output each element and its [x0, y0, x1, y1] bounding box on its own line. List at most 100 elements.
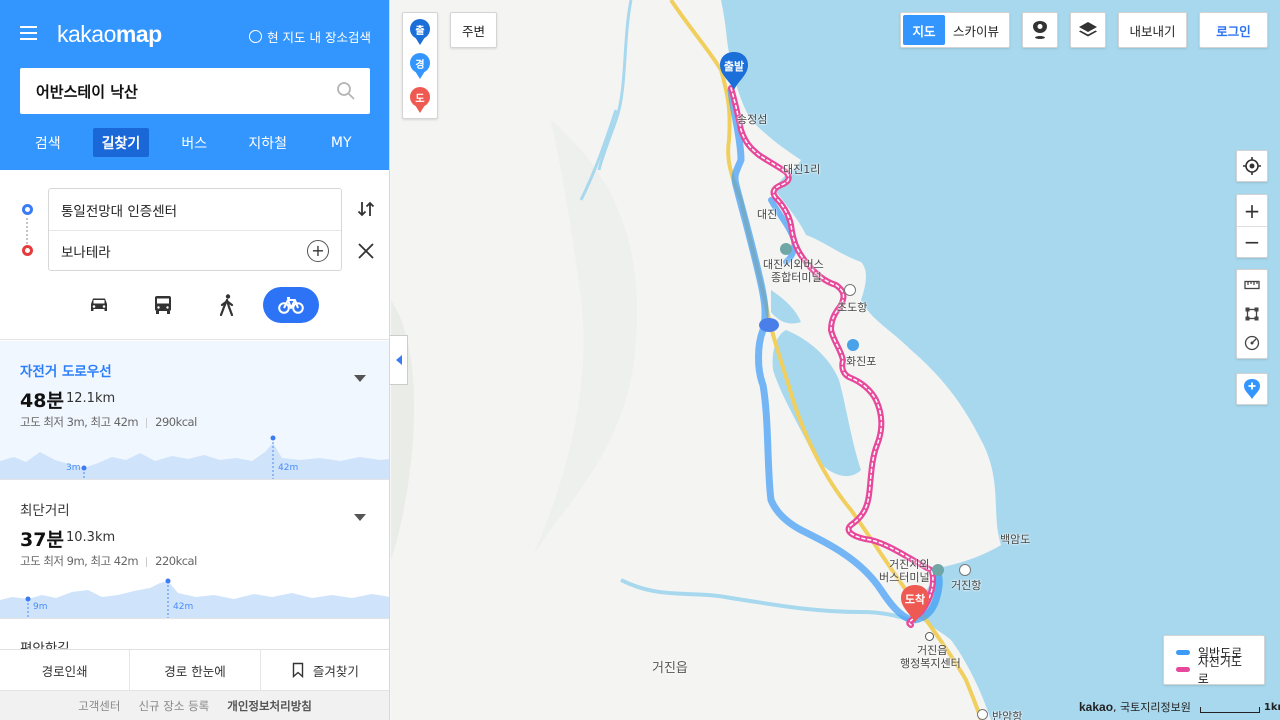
chevron-down-icon[interactable] — [354, 375, 366, 382]
privacy-link[interactable]: 개인정보처리방침 — [227, 698, 312, 714]
bus-terminal-poi-icon[interactable] — [932, 564, 944, 576]
route-option-bike-priority[interactable]: 자전거 도로우선 48분 12.1km 고도 최저 3m, 최고 42m 290k… — [0, 341, 389, 480]
add-waypoint-button[interactable]: + — [307, 240, 329, 262]
area-icon — [1245, 307, 1259, 320]
bottom-actions: 경로인쇄 경로 한눈에 즐겨찾기 — [0, 649, 389, 690]
mode-car[interactable] — [71, 287, 127, 323]
map-base — [391, 0, 1280, 720]
origin-field[interactable]: 통일전망대 인증센터 — [49, 189, 341, 230]
transport-modes — [0, 287, 389, 323]
start-pin-button[interactable]: 출 — [410, 19, 432, 47]
map-label: 반암항 — [992, 710, 1023, 720]
route-option-shortest[interactable]: 최단거리 37분 10.3km 고도 최저 9m, 최고 42m 220kcal … — [0, 480, 389, 619]
add-location-icon — [1244, 379, 1260, 399]
scale-bar — [1199, 706, 1260, 713]
scale-label: 1km — [1263, 701, 1280, 713]
mode-walk[interactable] — [199, 287, 255, 323]
harbor-poi-icon[interactable] — [977, 709, 988, 720]
route-name: 자전거 도로우선 — [20, 364, 112, 380]
harbor-poi-icon[interactable] — [959, 564, 971, 576]
destination-dot-icon — [22, 245, 33, 256]
tab-my[interactable]: MY — [305, 128, 379, 157]
end-pin-button[interactable]: 도 — [410, 87, 432, 115]
favorite-button[interactable]: 즐겨찾기 — [261, 650, 389, 690]
add-place-button[interactable] — [1236, 373, 1268, 405]
measure-distance-button[interactable] — [1237, 270, 1267, 299]
end-marker[interactable]: 도착 — [900, 584, 930, 624]
route-elevation: 고도 최저 3m, 최고 42m — [20, 415, 139, 429]
map-area-search-toggle[interactable]: 현 지도 내 장소검색 — [249, 27, 371, 46]
route-pin-stack: 출 경 도 — [402, 12, 438, 119]
route-time: 48분 — [20, 390, 64, 412]
beach-poi-icon[interactable] — [847, 339, 859, 351]
mode-bicycle[interactable] — [263, 287, 319, 323]
map-scale: 1km — [1199, 701, 1280, 713]
route-name: 최단거리 — [20, 503, 70, 519]
zoom-in-button[interactable]: + — [1237, 195, 1267, 226]
layers-button[interactable] — [1070, 12, 1106, 48]
tab-bus[interactable]: 버스 — [158, 128, 232, 157]
chevron-down-icon[interactable] — [354, 514, 366, 521]
export-button[interactable]: 내보내기 — [1118, 12, 1187, 48]
map-copyright: kakao, 국토지리정보원 1km — [1079, 699, 1280, 715]
radio-circle-icon — [249, 30, 263, 43]
menu-icon[interactable] — [20, 26, 37, 40]
tab-subway[interactable]: 지하철 — [231, 128, 305, 157]
route-legend: 일반도로 자전거도로 — [1163, 635, 1265, 686]
swap-icon[interactable] — [356, 199, 376, 219]
my-location-button[interactable] — [1236, 150, 1268, 182]
start-marker[interactable]: 출발 — [719, 51, 749, 91]
map-canvas[interactable]: 송정섬 대진1리 대진 대진시외버스 종합터미널 초도항 화진포 거진시외 버스… — [391, 0, 1280, 720]
kakaomap-logo[interactable]: kakaomap — [57, 21, 162, 48]
route-meta: 고도 최저 3m, 최고 42m 290kcal — [20, 414, 197, 430]
map-type-map[interactable]: 지도 — [903, 15, 945, 45]
collapse-sidebar-button[interactable] — [390, 335, 408, 385]
print-route-button[interactable]: 경로인쇄 — [0, 650, 131, 690]
elevation-max-label: 42m — [173, 602, 194, 612]
register-place-link[interactable]: 신규 장소 등록 — [138, 698, 209, 714]
measure-radius-button[interactable] — [1237, 328, 1267, 357]
map-type-toggle: 지도 스카이뷰 — [900, 12, 1010, 48]
map-label: 대진1리 — [783, 163, 821, 176]
login-button[interactable]: 로그인 — [1199, 12, 1268, 48]
roadview-button[interactable] — [1022, 12, 1058, 48]
mode-bus[interactable] — [135, 287, 191, 323]
pin-tail — [415, 71, 425, 79]
bicycle-icon — [278, 297, 304, 314]
zoom-out-button[interactable]: − — [1237, 226, 1267, 257]
support-link[interactable]: 고객센터 — [78, 698, 120, 714]
waypoint-pin-button[interactable]: 경 — [410, 53, 432, 81]
nearby-button[interactable]: 주변 — [450, 12, 497, 48]
route-meta: 고도 최저 9m, 최고 42m 220kcal — [20, 553, 197, 569]
sidebar-header: kakaomap 현 지도 내 장소검색 검색 길찾기 버스 지하철 MY — [0, 0, 389, 170]
route-distance: 12.1km — [66, 391, 116, 406]
sidebar: kakaomap 현 지도 내 장소검색 검색 길찾기 버스 지하철 MY 통일… — [0, 0, 390, 720]
main-tabs: 검색 길찾기 버스 지하철 MY — [11, 128, 378, 157]
measure-tools — [1236, 269, 1268, 359]
tab-search[interactable]: 검색 — [11, 128, 85, 157]
copyright-text: , 국토지리정보원 — [1113, 701, 1191, 714]
ruler-icon — [1244, 280, 1260, 289]
route-inputs: 통일전망대 인증센터 보나테라 + — [0, 170, 389, 340]
map-label: 백암도 — [1000, 533, 1031, 546]
legend-swatch — [1176, 650, 1190, 655]
search-input[interactable] — [36, 82, 326, 100]
end-pin-label: 도 — [410, 87, 430, 107]
destination-field[interactable]: 보나테라 — [49, 230, 341, 271]
measure-area-button[interactable] — [1237, 299, 1267, 328]
harbor-poi-icon[interactable] — [844, 284, 856, 296]
pin-tail — [415, 37, 425, 45]
search-icon[interactable] — [336, 81, 356, 101]
office-poi-icon[interactable] — [925, 632, 934, 641]
tab-directions[interactable]: 길찾기 — [93, 128, 149, 157]
map-type-skyview[interactable]: 스카이뷰 — [945, 15, 1007, 45]
close-icon[interactable] — [357, 242, 375, 260]
elevation-graph — [0, 435, 389, 479]
map-label: 초도항 — [837, 301, 868, 314]
route-connector — [26, 218, 28, 244]
car-icon — [91, 298, 107, 311]
logo-light-text: kakao — [57, 21, 116, 47]
route-calories: 290kcal — [155, 415, 197, 429]
route-overview-button[interactable]: 경로 한눈에 — [130, 650, 261, 690]
bus-terminal-poi-icon[interactable] — [780, 243, 792, 255]
